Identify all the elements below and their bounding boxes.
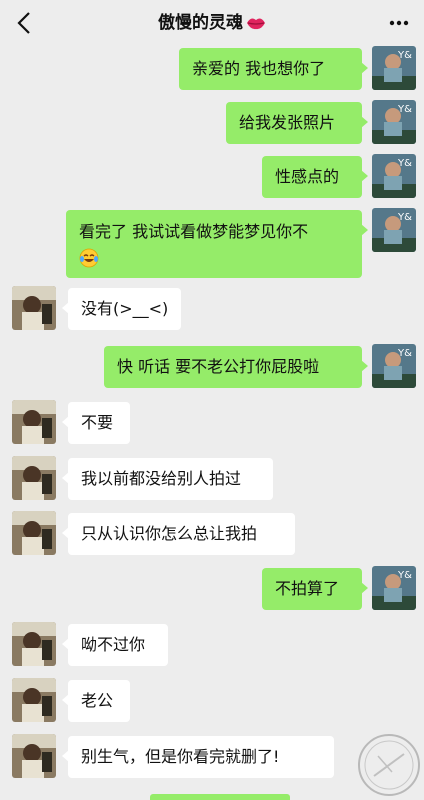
message-bubble-received[interactable]: 呦不过你	[62, 624, 168, 666]
avatar-me[interactable]: Y&	[372, 46, 416, 90]
message-row: 快 听话 要不老公打你屁股啦 Y&	[0, 344, 424, 394]
lips-emoji-icon	[247, 18, 265, 30]
svg-text:Y&: Y&	[397, 158, 412, 169]
message-bubble-sent[interactable]: 给我发张照片	[226, 102, 368, 144]
svg-text:Y&: Y&	[397, 50, 412, 61]
message-row: 不拍算了 Y&	[0, 566, 424, 616]
avatar-me[interactable]: Y&	[372, 100, 416, 144]
svg-text:Y&: Y&	[397, 570, 412, 581]
message-bubble-sent[interactable]: 不拍算了	[262, 568, 368, 610]
message-bubble-received[interactable]: 没有(>__<)	[62, 288, 181, 330]
message-row: 不要	[0, 400, 424, 450]
message-bubble-received[interactable]: 我以前都没给别人拍过	[62, 458, 273, 500]
svg-text:Y&: Y&	[397, 348, 412, 359]
message-row: 亲爱的 我也想你了 Y&	[0, 46, 424, 96]
message-row: 只从认识你怎么总让我拍	[0, 511, 424, 561]
message-row: 我以前都没给别人拍过	[0, 456, 424, 506]
avatar-contact[interactable]	[12, 400, 56, 444]
laugh-cry-emoji-icon	[79, 248, 99, 268]
message-bubble-sent[interactable]: 性感点的	[262, 156, 368, 198]
message-list[interactable]: 亲爱的 我也想你了 Y& 给我发张照片 Y& 性感点的 Y& 看完了 我试试看做…	[0, 46, 424, 800]
avatar-me[interactable]: Y&	[372, 566, 416, 610]
watermark-stamp-icon	[358, 734, 420, 796]
message-bubble-received[interactable]: 老公	[62, 680, 130, 722]
avatar-contact[interactable]	[12, 734, 56, 778]
avatar-contact[interactable]	[12, 456, 56, 500]
chat-header: 傲慢的灵魂	[0, 0, 424, 46]
message-bubble-sent[interactable]: 快 听话 要不老公打你屁股啦	[104, 346, 368, 388]
avatar-me[interactable]: Y&	[372, 344, 416, 388]
message-bubble-received[interactable]: 只从认识你怎么总让我拍	[62, 513, 295, 555]
message-bubble-received[interactable]: 不要	[62, 402, 130, 444]
svg-text:Y&: Y&	[397, 212, 412, 223]
message-row: 看完了 我试试看做梦能梦见你不 Y&	[0, 208, 424, 282]
avatar-contact[interactable]	[12, 678, 56, 722]
svg-text:Y&: Y&	[397, 104, 412, 115]
avatar-contact[interactable]	[12, 286, 56, 330]
message-bubble-received[interactable]: 别生气，但是你看完就删了!	[62, 736, 334, 778]
message-row: 没有(>__<)	[0, 286, 424, 336]
more-dots-icon[interactable]	[388, 13, 410, 33]
chat-title-text: 傲慢的灵魂	[158, 13, 243, 33]
message-text: 看完了 我试试看做梦能梦见你不	[79, 222, 309, 241]
chat-title: 傲慢的灵魂	[0, 11, 424, 35]
message-row: 呦不过你	[0, 622, 424, 672]
avatar-me[interactable]: Y&	[372, 154, 416, 198]
message-bubble-sent[interactable]: 亲爱的 我也想你了	[179, 48, 368, 90]
message-bubble-partial	[150, 794, 290, 800]
avatar-contact[interactable]	[12, 622, 56, 666]
message-bubble-sent[interactable]: 看完了 我试试看做梦能梦见你不	[66, 210, 368, 278]
message-row: 老公	[0, 678, 424, 728]
message-row: 给我发张照片 Y&	[0, 100, 424, 150]
message-row: 性感点的 Y&	[0, 154, 424, 204]
avatar-me[interactable]: Y&	[372, 208, 416, 252]
avatar-contact[interactable]	[12, 511, 56, 555]
